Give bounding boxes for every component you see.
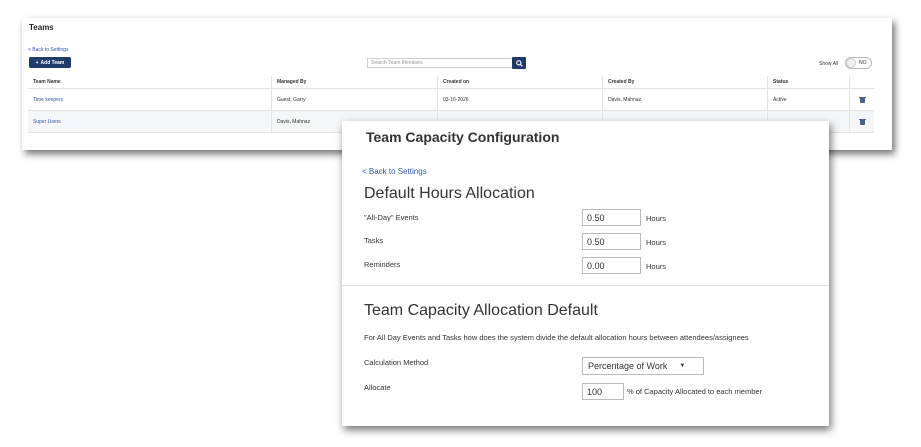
allocate-label: Allocate: [364, 383, 391, 392]
show-all-toggle[interactable]: NO: [845, 57, 872, 69]
caret-down-icon: ▼: [679, 363, 686, 369]
column-header[interactable]: Created By: [603, 76, 768, 88]
hours-unit-label: Hours: [646, 214, 667, 223]
search-icon: [515, 59, 523, 67]
all-day-events-label: "All-Day" Events: [364, 213, 419, 222]
column-header[interactable]: Status: [768, 76, 850, 88]
column-header[interactable]: Created on: [438, 76, 603, 88]
show-all-label: Show All: [819, 61, 839, 67]
status-cell: Active: [768, 89, 850, 110]
search-button[interactable]: [512, 57, 526, 69]
allocate-suffix-label: % of Capacity Allocated to each member: [627, 387, 763, 396]
team-capacity-panel: Team Capacity Configuration < Back to Se…: [342, 121, 829, 426]
plus-icon: +: [35, 59, 39, 66]
tasks-hours-input[interactable]: [582, 233, 641, 250]
created-on-cell: 03-16-2026: [438, 89, 603, 110]
managed-by-cell: Guest, Garry: [272, 89, 438, 110]
hours-unit-label: Hours: [646, 238, 667, 247]
column-header[interactable]: Team Name: [28, 76, 272, 88]
add-team-label: Add Team: [40, 59, 65, 66]
created-by-cell: Davis, Mahnaz: [603, 89, 768, 110]
team-name-link[interactable]: Time keepers: [33, 97, 63, 103]
all-day-events-hours-input[interactable]: [582, 209, 641, 226]
back-to-settings-link[interactable]: < Back to Settings: [362, 167, 427, 176]
trash-icon[interactable]: [858, 118, 866, 125]
column-header-actions: [850, 76, 874, 88]
calculation-method-value: Percentage of Work: [588, 361, 668, 371]
add-team-button[interactable]: + Add Team: [29, 57, 71, 68]
table-row[interactable]: Time keepers Guest, Garry 03-16-2026 Dav…: [28, 89, 874, 111]
team-name-link[interactable]: Super Users: [33, 119, 61, 125]
calculation-method-label: Calculation Method: [364, 358, 429, 367]
table-header: Team Name Managed By Created on Created …: [28, 76, 874, 89]
back-to-settings-link[interactable]: < Back to Settings: [28, 47, 68, 53]
search-input[interactable]: Search Team Members: [367, 58, 513, 68]
toggle-knob: [846, 58, 856, 68]
hours-unit-label: Hours: [646, 262, 667, 271]
allocation-description: For All Day Events and Tasks how does th…: [364, 333, 749, 342]
allocate-percent-input[interactable]: [582, 383, 624, 400]
calculation-method-select[interactable]: Percentage of Work ▼: [582, 357, 704, 375]
toggle-state: NO: [859, 60, 867, 66]
default-hours-heading: Default Hours Allocation: [364, 185, 535, 202]
page-title: Teams: [29, 23, 54, 32]
panel-title: Team Capacity Configuration: [366, 129, 560, 145]
section-divider: [342, 285, 829, 286]
reminders-hours-input[interactable]: [582, 257, 641, 274]
tasks-label: Tasks: [364, 236, 384, 245]
allocation-default-heading: Team Capacity Allocation Default: [364, 302, 598, 319]
trash-icon[interactable]: [858, 96, 866, 103]
column-header[interactable]: Managed By: [272, 76, 438, 88]
reminders-label: Reminders: [364, 260, 401, 269]
